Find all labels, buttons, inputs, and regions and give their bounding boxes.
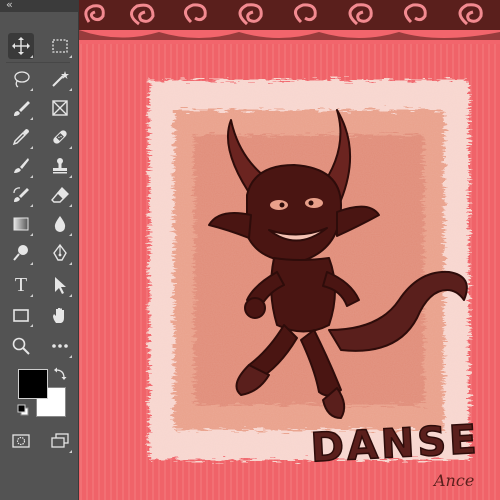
photoshop-window: ‹‹ T DANSE Ance xyxy=(0,0,500,500)
collapse-panel-button[interactable]: ‹‹ xyxy=(6,0,13,11)
pen-tool[interactable] xyxy=(47,240,73,266)
rectangle-tool[interactable] xyxy=(8,302,34,328)
toolbar-separator xyxy=(6,62,70,63)
drop-icon xyxy=(54,216,66,232)
artwork-signature: Ance xyxy=(432,471,474,490)
path-selection-tool[interactable] xyxy=(47,272,73,298)
screen-mode-button[interactable] xyxy=(47,428,73,454)
dodge-tool[interactable] xyxy=(8,240,34,266)
brush-icon xyxy=(14,101,30,116)
paint-brush-tool[interactable] xyxy=(8,153,34,179)
gradient-icon xyxy=(13,217,29,231)
clone-stamp-tool[interactable] xyxy=(47,153,73,179)
zoom-tool[interactable] xyxy=(8,333,34,359)
type-tool[interactable]: T xyxy=(8,272,34,298)
move-tool[interactable] xyxy=(8,33,34,59)
arrow-pointer-icon xyxy=(55,277,66,294)
quick-mask-button[interactable] xyxy=(8,428,34,454)
tools-panel: ‹‹ T xyxy=(0,0,79,500)
magic-wand-tool[interactable] xyxy=(47,66,73,92)
marquee-tool[interactable] xyxy=(47,33,73,59)
artwork-title: DANSE xyxy=(310,417,481,472)
dodge-icon xyxy=(13,245,28,261)
default-colors-icon[interactable] xyxy=(17,404,29,416)
eyedropper-tool[interactable] xyxy=(8,124,34,150)
stamp-icon xyxy=(53,158,67,174)
history-brush-tool[interactable] xyxy=(8,182,34,208)
type-icon: T xyxy=(14,274,28,296)
eraser-tool[interactable] xyxy=(47,182,73,208)
healing-brush-tool[interactable] xyxy=(47,124,73,150)
screen-mode-icon xyxy=(51,433,69,448)
hand-icon xyxy=(53,308,64,323)
frame-tool[interactable] xyxy=(47,95,73,121)
bandage-icon xyxy=(53,130,67,144)
more-tools[interactable] xyxy=(47,333,73,359)
magnifier-icon xyxy=(12,337,30,355)
brush-tool[interactable] xyxy=(8,95,34,121)
ellipsis-icon xyxy=(52,344,68,348)
hand-tool[interactable] xyxy=(47,302,73,328)
foreground-color-swatch[interactable] xyxy=(18,369,48,399)
gradient-tool[interactable] xyxy=(8,211,34,237)
document-canvas[interactable]: DANSE Ance xyxy=(79,0,500,500)
lasso-icon xyxy=(14,71,30,88)
artwork: DANSE Ance xyxy=(79,0,500,500)
blur-tool[interactable] xyxy=(47,211,73,237)
history-brush-icon xyxy=(13,187,29,202)
swap-colors-icon[interactable] xyxy=(53,367,67,381)
eraser-icon xyxy=(51,186,69,203)
lasso-tool[interactable] xyxy=(8,66,34,92)
tools-panel-header: ‹‹ xyxy=(0,0,78,12)
eyedropper-icon xyxy=(12,129,29,146)
rectangle-icon xyxy=(13,309,29,322)
rectangle-marquee-icon xyxy=(52,39,68,53)
magic-wand-icon xyxy=(52,71,69,87)
frame-icon xyxy=(52,100,68,116)
quick-mask-icon xyxy=(12,434,30,448)
move-icon xyxy=(12,37,30,55)
pen-icon xyxy=(53,243,67,261)
paint-brush-icon xyxy=(14,158,29,173)
